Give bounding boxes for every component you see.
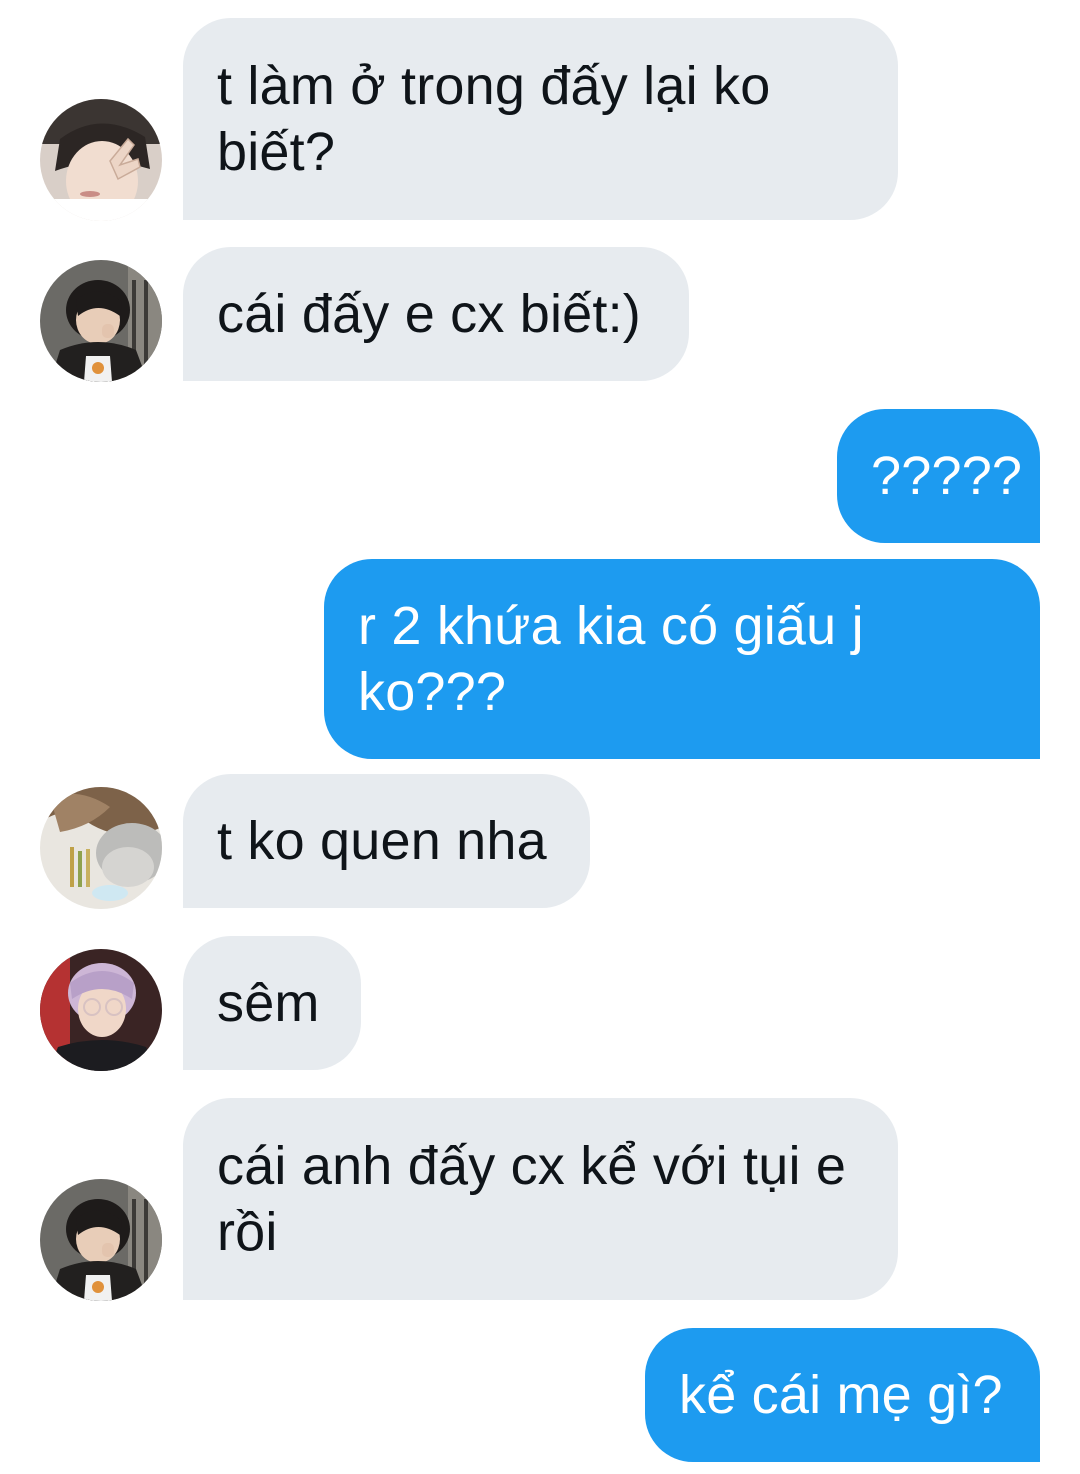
message-bubble[interactable]: kể cái mẹ gì? — [645, 1328, 1040, 1462]
avatar-user-d-icon — [40, 949, 162, 1071]
avatar[interactable] — [40, 787, 162, 909]
avatar[interactable] — [40, 1179, 162, 1301]
message-text: cái anh đấy cx kể với tụi e rồi — [217, 1136, 847, 1262]
message-text: sêm — [217, 973, 320, 1033]
dm-conversation: { "messages": [ { "direction": "incoming… — [0, 0, 1080, 1474]
message-text: kể cái mẹ gì? — [679, 1365, 1003, 1425]
avatar[interactable] — [40, 260, 162, 382]
avatar[interactable] — [40, 949, 162, 1071]
message-bubble[interactable]: ????? — [837, 409, 1040, 543]
message-text: ????? — [871, 446, 1023, 506]
message-text: cái đấy e cx biết:) — [217, 284, 641, 344]
message-bubble[interactable]: t ko quen nha — [183, 774, 590, 908]
message-text: t ko quen nha — [217, 811, 547, 871]
avatar-user-b-icon — [40, 1179, 162, 1301]
message-bubble[interactable]: t làm ở trong đấy lại ko biết? — [183, 18, 898, 220]
message-bubble[interactable]: cái đấy e cx biết:) — [183, 247, 689, 381]
avatar-user-c-icon — [40, 787, 162, 909]
message-text: r 2 khứa kia có giấu j ko??? — [358, 596, 864, 722]
avatar[interactable] — [40, 99, 162, 221]
avatar-user-a-icon — [40, 99, 162, 221]
message-text: t làm ở trong đấy lại ko biết? — [217, 56, 771, 182]
message-bubble[interactable]: cái anh đấy cx kể với tụi e rồi — [183, 1098, 898, 1300]
avatar-user-b-icon — [40, 260, 162, 382]
message-bubble[interactable]: sêm — [183, 936, 361, 1070]
message-bubble[interactable]: r 2 khứa kia có giấu j ko??? — [324, 559, 1040, 759]
